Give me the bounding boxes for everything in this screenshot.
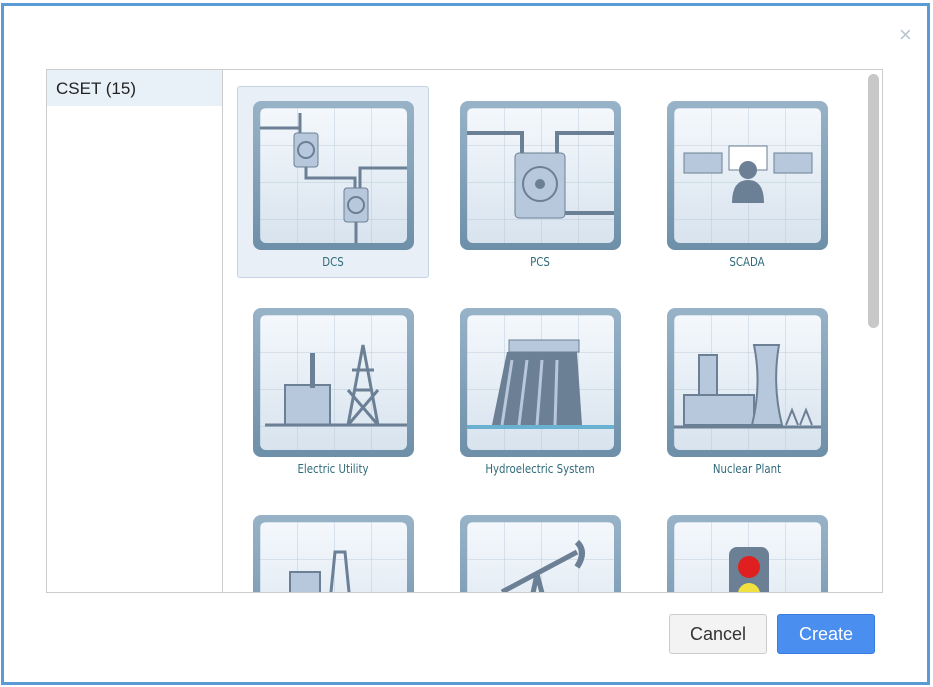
- close-icon[interactable]: ×: [899, 24, 912, 46]
- template-tile[interactable]: Electric Utility: [237, 293, 429, 485]
- hydroelectric-icon: [467, 339, 614, 429]
- template-tile[interactable]: SCADA: [651, 86, 843, 278]
- tile-frame: [667, 515, 828, 592]
- tile-frame: [253, 101, 414, 250]
- traffic-light-icon: [729, 547, 769, 592]
- tile-frame: [253, 308, 414, 457]
- tile-label: Hydroelectric System: [485, 462, 595, 476]
- category-item-cset[interactable]: CSET (15): [47, 70, 223, 106]
- template-tile[interactable]: [444, 500, 636, 592]
- template-tile[interactable]: [651, 500, 843, 592]
- tile-label: PCS: [530, 255, 550, 269]
- template-tile[interactable]: Hydroelectric System: [444, 293, 636, 485]
- electric-utility-icon: [265, 344, 407, 427]
- tile-frame: [460, 515, 621, 592]
- tile-frame: [667, 308, 828, 457]
- tile-label: Electric Utility: [297, 462, 369, 476]
- cancel-button[interactable]: Cancel: [669, 614, 767, 654]
- scrollbar[interactable]: [868, 74, 879, 328]
- template-gallery: DCS PCS SCADA Electric Utility Hydroelectric…: [222, 69, 883, 593]
- tile-label: DCS: [322, 255, 344, 269]
- tile-frame: [460, 101, 621, 250]
- tile-frame: [667, 101, 828, 250]
- nuclear-plant-icon: [674, 344, 821, 429]
- template-tile[interactable]: PCS: [444, 86, 636, 278]
- pump-jack-icon: [500, 539, 585, 592]
- template-tile[interactable]: Nuclear Plant: [651, 293, 843, 485]
- template-tile[interactable]: DCS: [237, 86, 429, 278]
- pcs-icon: [467, 131, 614, 219]
- template-tile[interactable]: [237, 500, 429, 592]
- tile-frame: [253, 515, 414, 592]
- create-button[interactable]: Create: [777, 614, 875, 654]
- category-list: CSET (15): [46, 69, 223, 593]
- tile-frame: [460, 308, 621, 457]
- oil-rig-icon: [289, 550, 351, 592]
- tile-label: SCADA: [729, 255, 765, 269]
- tile-label: Nuclear Plant: [712, 462, 782, 476]
- dcs-icon: [260, 113, 407, 243]
- scada-icon: [683, 145, 813, 203]
